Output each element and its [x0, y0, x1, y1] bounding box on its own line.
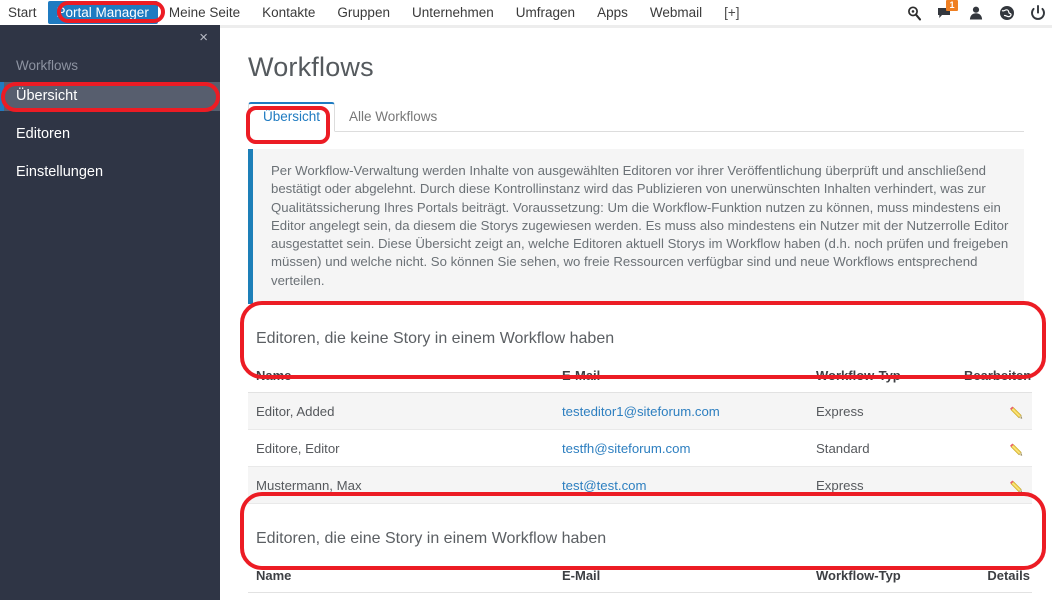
sidebar-items: Übersicht Editoren Einstellungen [0, 82, 220, 187]
editors-table: NameE-MailWorkflow-TypDetails [248, 561, 1032, 593]
cell-action [956, 393, 1032, 430]
cell-name: Editor, Added [248, 393, 554, 430]
nav-item-webmail[interactable]: Webmail [639, 0, 713, 25]
page-title: Workflows [220, 28, 1052, 83]
cell-email: testeditor1@siteforum.com [554, 393, 808, 430]
cell-email: testfh@siteforum.com [554, 430, 808, 467]
sidebar: × Workflows Übersicht Editoren Einstellung… [0, 25, 220, 600]
messages-icon[interactable]: 1 [937, 5, 953, 21]
pencil-icon[interactable] [1010, 403, 1028, 418]
messages-badge: 1 [946, 0, 958, 11]
main-content: Workflows ÜbersichtAlle Workflows Per Wo… [220, 28, 1052, 600]
top-nav-icons: 1 [906, 0, 1050, 25]
search-icon[interactable] [906, 5, 922, 21]
nav-item-unternehmen[interactable]: Unternehmen [401, 0, 505, 25]
email-link[interactable]: testeditor1@siteforum.com [562, 404, 720, 419]
column-header: Name [248, 561, 554, 593]
power-icon[interactable] [1030, 5, 1046, 21]
column-header: Bearbeiten [956, 361, 1032, 393]
table-header-row: NameE-MailWorkflow-TypBearbeiten [248, 361, 1032, 393]
column-header: Workflow-Typ [808, 361, 956, 393]
nav-item-apps[interactable]: Apps [586, 0, 639, 25]
pencil-icon[interactable] [1010, 440, 1028, 455]
tab--bersicht[interactable]: Übersicht [248, 102, 335, 132]
cell-email: test@test.com [554, 467, 808, 504]
tab-alle-workflows[interactable]: Alle Workflows [335, 103, 451, 131]
nav-item-[interactable]: [+] [713, 0, 750, 25]
info-box: Per Workflow-Verwaltung werden Inhalte v… [248, 149, 1024, 304]
editors-table: NameE-MailWorkflow-TypBearbeitenEditor, … [248, 361, 1032, 504]
email-link[interactable]: testfh@siteforum.com [562, 441, 690, 456]
column-header: Details [956, 561, 1032, 593]
sidebar-item-einstellungen[interactable]: Einstellungen [0, 158, 220, 187]
email-link[interactable]: test@test.com [562, 478, 646, 493]
column-header: E-Mail [554, 361, 808, 393]
table-section: Editoren, die eine Story in einem Workfl… [248, 526, 1032, 593]
section-title: Editoren, die eine Story in einem Workfl… [248, 526, 1032, 561]
top-nav-items: StartPortal ManagerMeine SeiteKontakteGr… [0, 0, 751, 25]
nav-item-start[interactable]: Start [0, 0, 48, 25]
nav-item-portal-manager[interactable]: Portal Manager [48, 1, 158, 24]
sidebar-close-icon[interactable]: × [199, 30, 208, 46]
table-sections: Editoren, die keine Story in einem Workf… [220, 326, 1052, 593]
content-tabs: ÜbersichtAlle Workflows [248, 103, 1024, 132]
nav-item-gruppen[interactable]: Gruppen [326, 0, 401, 25]
cell-workflow-type: Standard [808, 430, 956, 467]
cell-name: Editore, Editor [248, 430, 554, 467]
cell-name: Mustermann, Max [248, 467, 554, 504]
section-title: Editoren, die keine Story in einem Workf… [248, 326, 1032, 361]
nav-item-umfragen[interactable]: Umfragen [505, 0, 586, 25]
app-root: StartPortal ManagerMeine SeiteKontakteGr… [0, 0, 1052, 600]
table-header-row: NameE-MailWorkflow-TypDetails [248, 561, 1032, 593]
pencil-icon[interactable] [1010, 477, 1028, 492]
sidebar-item-editoren[interactable]: Editoren [0, 120, 220, 149]
nav-item-kontakte[interactable]: Kontakte [251, 0, 326, 25]
sidebar-item--bersicht[interactable]: Übersicht [0, 82, 220, 111]
column-header: E-Mail [554, 561, 808, 593]
table-row: Editore, Editor testfh@siteforum.com Stand… [248, 430, 1032, 467]
sidebar-section-title: Workflows [0, 25, 220, 73]
cell-workflow-type: Express [808, 467, 956, 504]
cell-action [956, 430, 1032, 467]
table-row: Mustermann, Max test@test.com Express [248, 467, 1032, 504]
table-section: Editoren, die keine Story in einem Workf… [248, 326, 1032, 504]
globe-icon[interactable] [999, 5, 1015, 21]
top-navigation-bar: StartPortal ManagerMeine SeiteKontakteGr… [0, 0, 1052, 25]
nav-item-meine-seite[interactable]: Meine Seite [158, 0, 251, 25]
table-row: Editor, Added testeditor1@siteforum.com Ex… [248, 393, 1032, 430]
cell-action [956, 467, 1032, 504]
cell-workflow-type: Express [808, 393, 956, 430]
column-header: Workflow-Typ [808, 561, 956, 593]
profile-icon[interactable] [968, 5, 984, 21]
column-header: Name [248, 361, 554, 393]
